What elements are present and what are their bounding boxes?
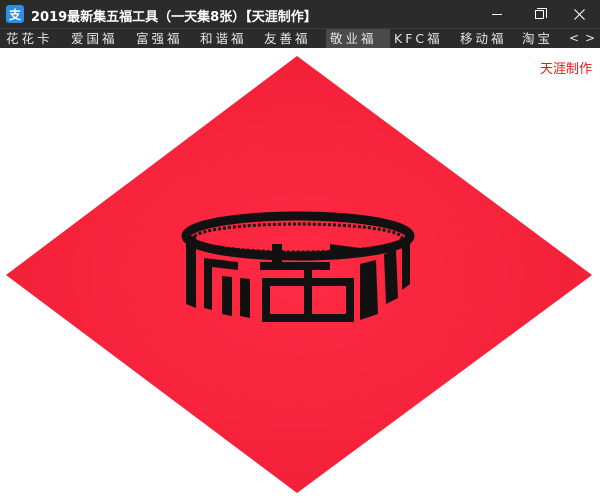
app-window: 支 2019最新集五福工具（一天集8张）【天涯制作】 花花卡 爱国福 富强福 和… — [0, 0, 600, 503]
tab-strip: 花花卡 爱国福 富强福 和谐福 友善福 敬业福 KFC福 移动福 淘宝 < > — [0, 28, 600, 48]
tab-aiguofu[interactable]: 爱国福 — [71, 29, 118, 48]
card-canvas: 天涯制作 — [0, 48, 600, 503]
tab-jingyefu[interactable]: 敬业福 — [326, 29, 390, 48]
title-bar[interactable]: 支 2019最新集五福工具（一天集8张）【天涯制作】 — [0, 0, 600, 28]
red-diamond — [6, 56, 592, 493]
tab-taobao[interactable]: 淘宝 — [522, 29, 553, 48]
restore-button[interactable] — [518, 0, 560, 28]
alipay-app-icon: 支 — [6, 5, 24, 23]
tab-scroll-right-button[interactable]: > — [582, 29, 598, 48]
window-title: 2019最新集五福工具（一天集8张）【天涯制作】 — [31, 10, 317, 25]
tab-youshanfu[interactable]: 友善福 — [264, 29, 311, 48]
tab-hexiefu[interactable]: 和谐福 — [200, 29, 247, 48]
close-icon — [573, 8, 585, 20]
minimize-button[interactable] — [476, 0, 518, 28]
tab-kfcfu[interactable]: KFC福 — [394, 29, 443, 48]
tab-scroll-left-button[interactable]: < — [566, 29, 582, 48]
close-button[interactable] — [558, 0, 600, 28]
tab-fuqiangfu[interactable]: 富强福 — [136, 29, 183, 48]
fu-card-image — [6, 56, 592, 493]
tab-yidongfu[interactable]: 移动福 — [460, 29, 507, 48]
tab-huahuaka[interactable]: 花花卡 — [6, 29, 53, 48]
minimize-icon — [492, 13, 502, 15]
restore-icon — [534, 7, 547, 19]
